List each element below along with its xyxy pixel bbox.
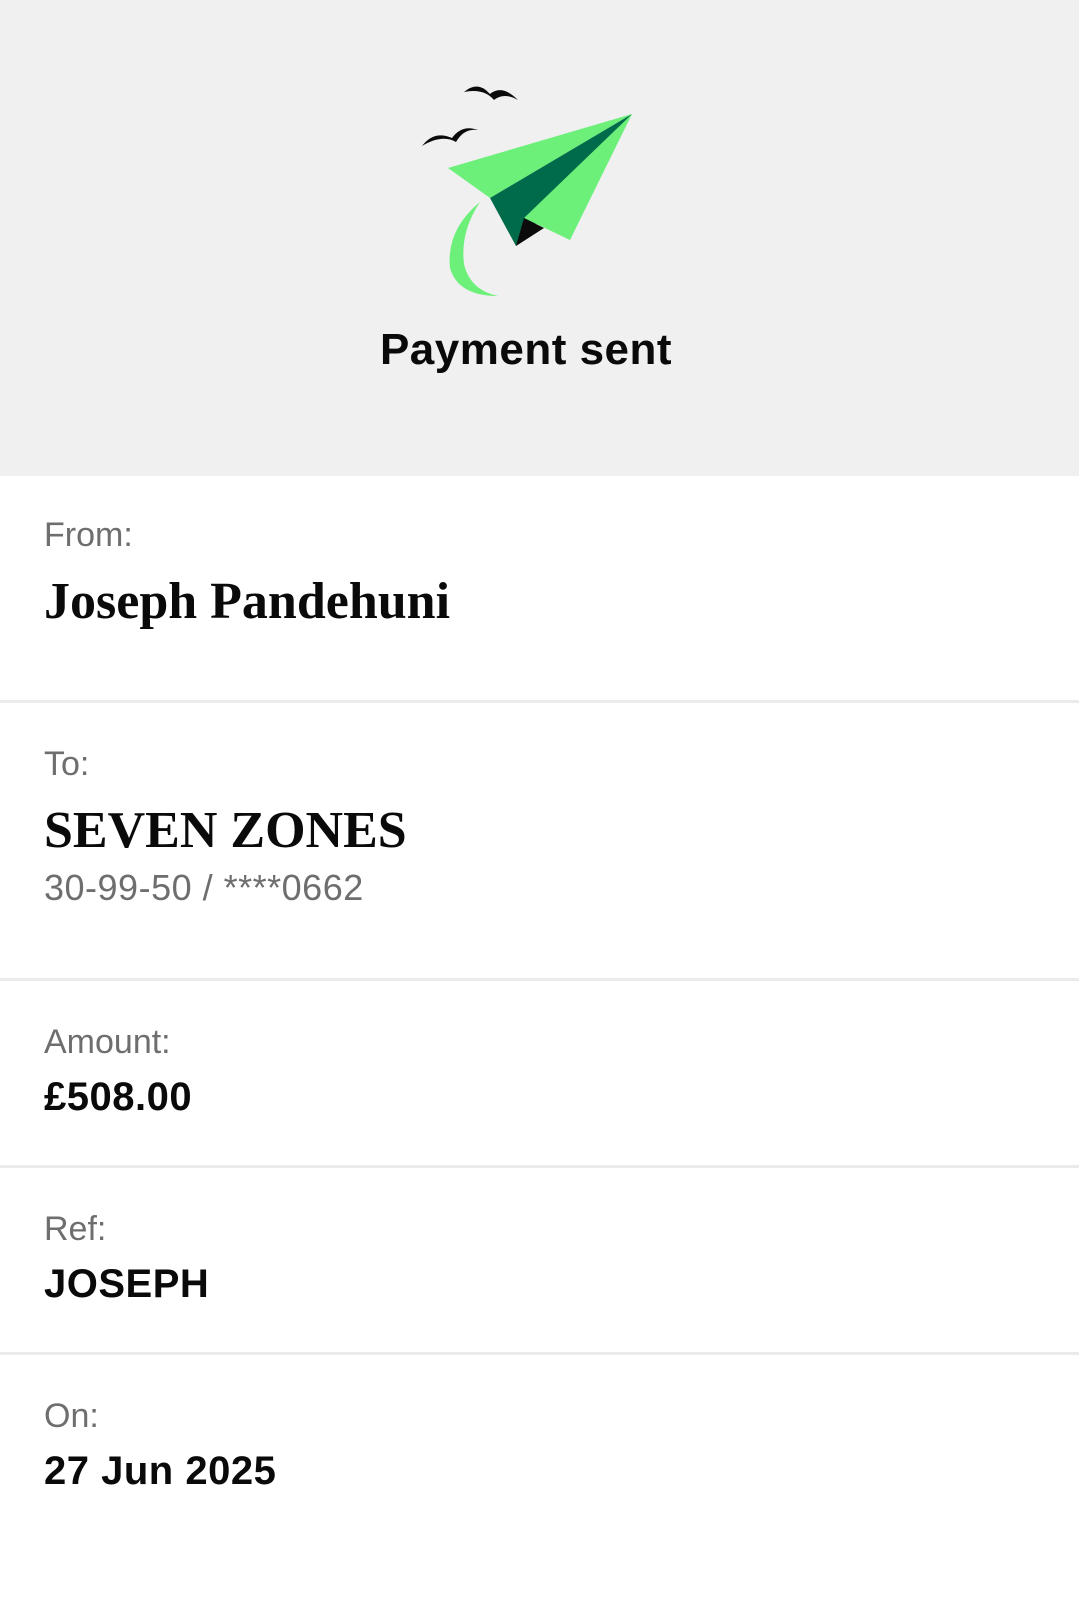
amount-section: Amount: £508.00 bbox=[0, 981, 1079, 1168]
payment-details-card: From: Joseph Pandehuni To: SEVEN ZONES 3… bbox=[0, 476, 1079, 1600]
confirmation-header: Payment sent bbox=[0, 0, 1079, 476]
amount-value: £508.00 bbox=[44, 1075, 193, 1119]
paper-plane-illustration bbox=[422, 86, 632, 296]
on-label: On: bbox=[44, 1397, 99, 1435]
payment-date: 27 Jun 2025 bbox=[44, 1449, 277, 1493]
ref-section: Ref: JOSEPH bbox=[0, 1168, 1079, 1355]
ref-value: JOSEPH bbox=[44, 1262, 210, 1306]
bird-icon bbox=[464, 86, 518, 100]
ref-label: Ref: bbox=[44, 1210, 107, 1248]
to-section: To: SEVEN ZONES 30-99-50 / ****0662 bbox=[0, 703, 1079, 981]
paper-plane-icon bbox=[420, 80, 660, 310]
recipient-name: SEVEN ZONES bbox=[44, 802, 407, 859]
page-title: Payment sent bbox=[379, 325, 673, 374]
from-label: From: bbox=[44, 516, 133, 554]
sender-name: Joseph Pandehuni bbox=[44, 573, 451, 630]
from-section: From: Joseph Pandehuni bbox=[0, 476, 1079, 703]
to-label: To: bbox=[44, 745, 90, 783]
recipient-account: 30-99-50 / ****0662 bbox=[44, 867, 364, 908]
date-section: On: 27 Jun 2025 bbox=[0, 1355, 1079, 1600]
amount-label: Amount: bbox=[44, 1023, 171, 1061]
trail-swoosh bbox=[449, 202, 498, 296]
bird-icon bbox=[422, 128, 478, 146]
